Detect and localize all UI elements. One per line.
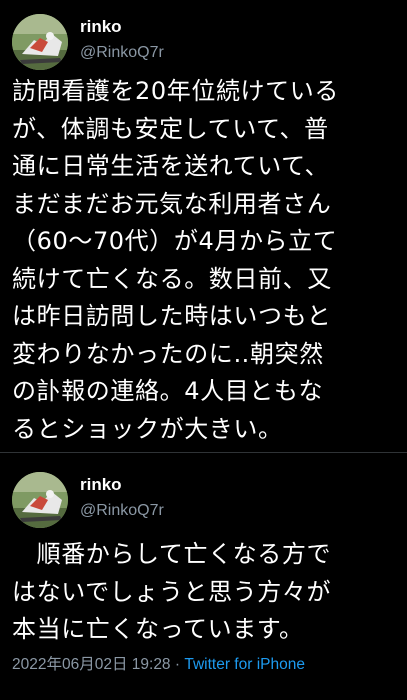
tweet-text-line: はないでしょうと思う方々が	[12, 577, 332, 606]
display-name[interactable]: rinko	[80, 475, 122, 495]
tweet-text: 順番からして亡くなる方で はないでしょうと思う方々が 本当に亡くなっています。	[12, 536, 404, 649]
tweet-text: 訪問看護を20年位続けている が、体調も安定していて、普 通に日常生活を送れてい…	[12, 73, 404, 448]
avatar[interactable]	[12, 14, 68, 70]
display-name[interactable]: rinko	[80, 17, 122, 37]
tweet-text-line: の訃報の連絡。4人目ともな	[12, 377, 324, 405]
tweet-2[interactable]: rinko @RinkoQ7r 順番からして亡くなる方で はないでしょうと思う方…	[0, 458, 407, 700]
tweet-text-line: 順番からして亡くなる方で	[12, 540, 332, 568]
tweet-text-line: は昨日訪問した時はいつもと	[12, 302, 332, 330]
tweet-1[interactable]: rinko @RinkoQ7r 訪問看護を20年位続けている が、体調も安定して…	[0, 0, 407, 452]
user-handle[interactable]: @RinkoQ7r	[80, 44, 164, 62]
tweet-text-line: 変わりなかったのに‥朝突然	[12, 339, 324, 368]
tweet-text-line: 訪問看護を20年位続けている	[12, 77, 339, 105]
tweet-text-line: （60〜70代）が4月から立て	[12, 227, 338, 255]
tweet-text-line: 続けて亡くなる。数日前、又	[12, 264, 332, 293]
avatar-image-icon	[12, 472, 68, 528]
tweet-source-link[interactable]: Twitter for iPhone	[184, 656, 305, 673]
tweet-text-line: まだまだお元気な利用者さん	[12, 189, 332, 218]
user-handle[interactable]: @RinkoQ7r	[80, 502, 164, 520]
tweet-divider	[0, 452, 407, 453]
tweet-meta: 2022年06月02日 19:28 · Twitter for iPhone	[12, 652, 305, 674]
tweet-text-line: るとショックが大きい。	[12, 414, 283, 443]
tweet-text-line: 通に日常生活を送れていて、	[12, 152, 330, 180]
tweet-text-line: 本当に亡くなっています。	[12, 615, 304, 643]
tweet-text-line: が、体調も安定していて、普	[12, 114, 329, 143]
meta-separator: ·	[174, 656, 181, 673]
tweet-timestamp[interactable]: 2022年06月02日 19:28	[12, 656, 171, 673]
avatar[interactable]	[12, 472, 68, 528]
avatar-image-icon	[12, 14, 68, 70]
